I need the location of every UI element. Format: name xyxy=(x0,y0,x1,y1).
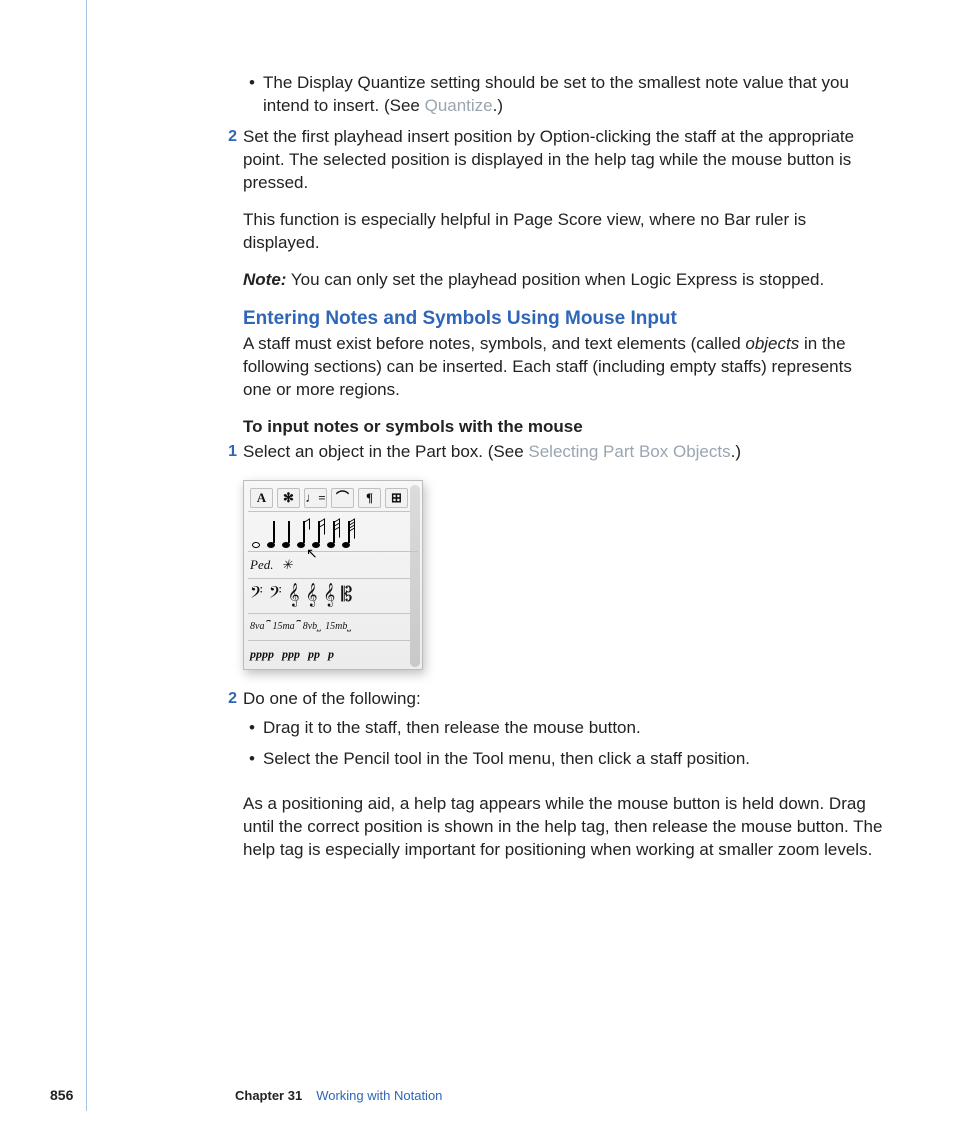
body-text: Select an object in the Part box. (See xyxy=(243,442,528,461)
thirtysecond-note-icon[interactable] xyxy=(325,520,337,548)
section-heading: Entering Notes and Symbols Using Mouse I… xyxy=(243,306,883,332)
treble-clef-icon[interactable]: 𝄞 xyxy=(323,582,335,609)
numbered-step: 2 Do one of the following: • Drag it to … xyxy=(223,688,883,862)
step-number: 1 xyxy=(223,441,237,463)
body-text: You can only set the playhead position w… xyxy=(286,270,824,289)
pedal-release-icon[interactable]: ✳ xyxy=(281,556,292,574)
treble-clef-icon[interactable]: 𝄞 xyxy=(288,582,300,609)
body-text: .) xyxy=(731,442,741,461)
part-box-tab[interactable]: ⌒ xyxy=(331,488,354,508)
alto-clef-icon[interactable]: 𝄡 xyxy=(341,582,352,609)
list-item: • The Display Quantize setting should be… xyxy=(243,72,883,118)
part-box-tab[interactable]: ✻ xyxy=(277,488,300,508)
chapter-label: Chapter 31 xyxy=(235,1087,302,1105)
note-paragraph: Note: You can only set the playhead posi… xyxy=(243,269,883,292)
part-box-panel: A ✻ ♩= ⌒ ¶ ⊞ ↖ xyxy=(243,480,423,670)
body-text: .) xyxy=(493,96,503,115)
list-item: • Drag it to the staff, then release the… xyxy=(243,717,883,740)
treble-clef-icon[interactable]: 𝄞 xyxy=(306,582,318,609)
body-text: A staff must exist before notes, symbols… xyxy=(243,334,745,353)
octave-symbol[interactable]: 15mb⎵ xyxy=(325,620,351,634)
page: • The Display Quantize setting should be… xyxy=(0,0,954,1145)
step-number: 2 xyxy=(223,688,237,710)
octave-symbol[interactable]: 15ma⎴ xyxy=(272,620,298,634)
part-box-tab[interactable]: A xyxy=(250,488,273,508)
link-selecting-part-box[interactable]: Selecting Part Box Objects xyxy=(528,442,730,461)
octave-symbol[interactable]: 8vb⎵ xyxy=(303,620,321,634)
chapter-info: Chapter 31 Working with Notation xyxy=(235,1087,442,1105)
part-box-dynamics-row: pppp ppp pp p xyxy=(248,641,418,667)
pedal-icon[interactable]: Ped. xyxy=(250,556,273,574)
emphasized-text: objects xyxy=(745,334,799,353)
part-box-tab-row: A ✻ ♩= ⌒ ¶ ⊞ xyxy=(248,485,418,512)
body-text: Drag it to the staff, then release the m… xyxy=(263,718,641,737)
step-number: 2 xyxy=(223,126,237,148)
figure-part-box: A ✻ ♩= ⌒ ¶ ⊞ ↖ xyxy=(243,480,883,670)
part-box-tab[interactable]: ¶ xyxy=(358,488,381,508)
body-text: The Display Quantize setting should be s… xyxy=(263,73,849,115)
body-text: This function is especially helpful in P… xyxy=(243,209,883,255)
octave-symbol[interactable]: 8va⎴ xyxy=(250,620,268,634)
bass-clef-icon[interactable]: 𝄢 xyxy=(250,582,263,609)
sixteenth-note-icon[interactable] xyxy=(310,520,322,548)
bullet-icon: • xyxy=(249,748,255,771)
page-number: 856 xyxy=(50,1086,85,1105)
numbered-step: 2 Set the first playhead insert position… xyxy=(223,126,883,292)
whole-note-icon[interactable] xyxy=(250,520,262,548)
list-item: • Select the Pencil tool in the Tool men… xyxy=(243,748,883,771)
dynamic-symbol[interactable]: pp xyxy=(308,646,320,662)
body-text: As a positioning aid, a help tag appears… xyxy=(243,793,883,862)
page-footer: 856 Chapter 31 Working with Notation xyxy=(50,1086,890,1105)
body-paragraph: A staff must exist before notes, symbols… xyxy=(243,333,883,402)
procedure-title: To input notes or symbols with the mouse xyxy=(243,416,883,439)
quarter-note-icon[interactable] xyxy=(280,520,292,548)
body-text: Do one of the following: xyxy=(243,688,883,711)
chapter-title: Working with Notation xyxy=(316,1087,442,1105)
part-box-pedal-row: Ped. ✳ xyxy=(248,552,418,579)
bullet-icon: • xyxy=(249,72,255,95)
note-label: Note: xyxy=(243,270,286,289)
part-box-octave-row: 8va⎴ 15ma⎴ 8vb⎵ 15mb⎵ xyxy=(248,614,418,641)
link-quantize[interactable]: Quantize xyxy=(425,96,493,115)
content-column: • The Display Quantize setting should be… xyxy=(243,72,883,875)
part-box-clef-row: 𝄢 𝄢 𝄞 𝄞 𝄞 𝄡 xyxy=(248,579,418,614)
eighth-note-icon[interactable] xyxy=(295,520,307,548)
part-box-tab[interactable]: ⊞ xyxy=(385,488,408,508)
body-text: Select the Pencil tool in the Tool menu,… xyxy=(263,749,750,768)
dynamic-symbol[interactable]: pppp xyxy=(250,646,274,662)
body-text: Set the first playhead insert position b… xyxy=(243,126,883,195)
sixtyfourth-note-icon[interactable] xyxy=(340,520,352,548)
bass-clef-icon[interactable]: 𝄢 xyxy=(269,582,282,609)
bullet-icon: • xyxy=(249,717,255,740)
half-note-icon[interactable] xyxy=(265,520,277,548)
part-box-notes-row: ↖ xyxy=(248,512,418,552)
numbered-step: 1 Select an object in the Part box. (See… xyxy=(223,441,883,464)
left-vertical-rule xyxy=(86,0,87,1111)
dynamic-symbol[interactable]: p xyxy=(328,646,334,662)
dynamic-symbol[interactable]: ppp xyxy=(282,646,300,662)
part-box-tab[interactable]: ♩= xyxy=(304,488,327,508)
